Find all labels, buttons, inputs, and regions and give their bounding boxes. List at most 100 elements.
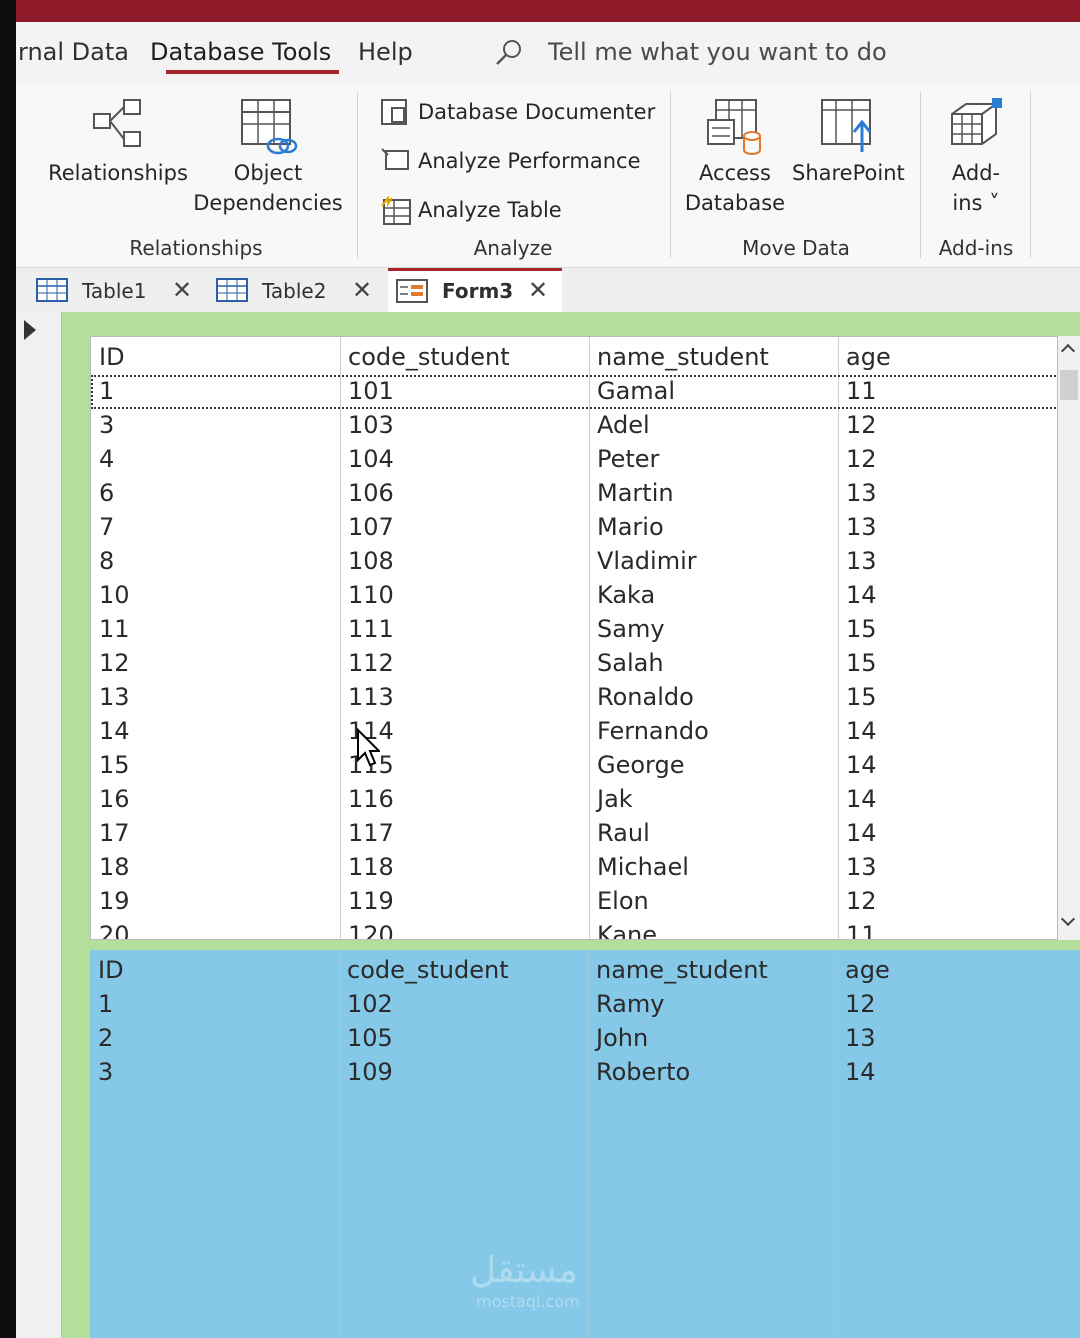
table-cell[interactable]: Adel: [597, 411, 650, 439]
vertical-scrollbar[interactable]: [1058, 336, 1080, 940]
table-cell[interactable]: 103: [348, 411, 394, 439]
table-cell[interactable]: 15: [99, 751, 130, 779]
table-cell[interactable]: 15: [846, 649, 877, 677]
table-row[interactable]: 1 101 Gamal 11: [91, 375, 1057, 409]
table-cell[interactable]: Elon: [597, 887, 649, 915]
table-cell[interactable]: 119: [348, 887, 394, 915]
table-cell[interactable]: 4: [99, 445, 114, 473]
table-row[interactable]: 17 117 Raul 14: [91, 817, 1057, 851]
table-row[interactable]: 4 104 Peter 12: [91, 443, 1057, 477]
scroll-up-icon[interactable]: [1060, 343, 1076, 359]
table-cell[interactable]: Fernando: [597, 717, 709, 745]
table-row[interactable]: 16 116 Jak 14: [91, 783, 1057, 817]
expand-arrow-icon[interactable]: [24, 320, 36, 340]
column-header[interactable]: code_student: [347, 956, 509, 984]
table-row[interactable]: 10 110 Kaka 14: [91, 579, 1057, 613]
table-cell[interactable]: 11: [846, 921, 877, 939]
table-cell[interactable]: Kane: [597, 921, 657, 939]
table-row[interactable]: 12 112 Salah 15: [91, 647, 1057, 681]
table-cell[interactable]: 117: [348, 819, 394, 847]
table-cell[interactable]: 16: [99, 785, 130, 813]
table-cell[interactable]: 13: [846, 547, 877, 575]
table-cell[interactable]: 12: [846, 445, 877, 473]
table-cell[interactable]: 118: [348, 853, 394, 881]
table-cell[interactable]: 13: [846, 479, 877, 507]
analyze-table-button[interactable]: Analyze Table: [381, 196, 562, 225]
table-cell[interactable]: Mario: [597, 513, 664, 541]
table-cell[interactable]: 105: [347, 1024, 393, 1052]
scroll-down-icon[interactable]: [1060, 911, 1076, 927]
menu-database-tools[interactable]: Database Tools: [150, 38, 331, 66]
table-cell[interactable]: George: [597, 751, 685, 779]
table-row[interactable]: 15115George14: [91, 749, 1057, 783]
table-cell[interactable]: 17: [99, 819, 130, 847]
table-cell[interactable]: Kaka: [597, 581, 655, 609]
datasheet-main[interactable]: ID code_student name_student age 1 101 Gamal 11…: [90, 336, 1058, 940]
column-header[interactable]: code_student: [348, 343, 510, 371]
table-cell[interactable]: 14: [846, 751, 877, 779]
table-cell[interactable]: 13: [846, 513, 877, 541]
table-row[interactable]: 6 106 Martin 13: [91, 477, 1057, 511]
table-cell[interactable]: 112: [348, 649, 394, 677]
column-header[interactable]: name_student: [597, 343, 769, 371]
table-row[interactable]: 1 102 Ramy 12: [90, 988, 1058, 1022]
table-cell[interactable]: John: [596, 1024, 648, 1052]
table-cell[interactable]: 1: [99, 377, 114, 405]
table-cell[interactable]: 12: [846, 411, 877, 439]
table-cell[interactable]: 101: [348, 377, 394, 405]
table-row[interactable]: 7 107 Mario 13: [91, 511, 1057, 545]
column-header[interactable]: age: [845, 956, 890, 984]
table-cell[interactable]: 19: [99, 887, 130, 915]
table-cell[interactable]: 102: [347, 990, 393, 1018]
tab-table1[interactable]: Table1 ✕: [28, 268, 208, 312]
table-cell[interactable]: 13: [845, 1024, 876, 1052]
table-cell[interactable]: 109: [347, 1058, 393, 1086]
table-row[interactable]: 11 111 Samy 15: [91, 613, 1057, 647]
table-cell[interactable]: 14: [846, 581, 877, 609]
table-row[interactable]: 8 108 Vladimir 13: [91, 545, 1057, 579]
table-cell[interactable]: Roberto: [596, 1058, 690, 1086]
table-cell[interactable]: 14: [846, 785, 877, 813]
table-cell[interactable]: 14: [845, 1058, 876, 1086]
column-header[interactable]: age: [846, 343, 891, 371]
table-cell[interactable]: 108: [348, 547, 394, 575]
table-row[interactable]: 14 114 Fernando 14: [91, 715, 1057, 749]
table-cell[interactable]: 12: [845, 990, 876, 1018]
table-cell[interactable]: Ronaldo: [597, 683, 694, 711]
search-icon[interactable]: [494, 38, 524, 68]
table-cell[interactable]: 110: [348, 581, 394, 609]
tell-me-search[interactable]: Tell me what you want to do: [548, 38, 887, 66]
table-cell[interactable]: 11: [99, 615, 130, 643]
table-cell[interactable]: Michael: [597, 853, 689, 881]
table-cell[interactable]: 120: [348, 921, 394, 939]
table-cell[interactable]: 12: [846, 887, 877, 915]
table-cell[interactable]: 11: [846, 377, 877, 405]
table-cell[interactable]: 14: [846, 819, 877, 847]
table-cell[interactable]: 13: [846, 853, 877, 881]
table-cell[interactable]: 14: [846, 717, 877, 745]
table-cell[interactable]: 107: [348, 513, 394, 541]
table-row[interactable]: 2 105 John 13: [90, 1022, 1058, 1056]
table-cell[interactable]: 10: [99, 581, 130, 609]
table-row[interactable]: 19 119 Elon 12: [91, 885, 1057, 919]
table-row[interactable]: 18 118 Michael 13: [91, 851, 1057, 885]
navigation-pane[interactable]: [16, 312, 62, 1338]
table-row[interactable]: 3 109 Roberto 14: [90, 1056, 1058, 1090]
datasheet-subform[interactable]: ID code_student name_student age 1 102 Ramy 12 2…: [90, 950, 1080, 1338]
table-cell[interactable]: 7: [99, 513, 114, 541]
table-cell[interactable]: Gamal: [597, 377, 675, 405]
table-cell[interactable]: 14: [99, 717, 130, 745]
database-documenter-button[interactable]: Database Documenter: [381, 99, 655, 125]
table-cell[interactable]: 1: [98, 990, 113, 1018]
analyze-performance-button[interactable]: Analyze Performance: [381, 148, 641, 173]
menu-help[interactable]: Help: [358, 38, 413, 66]
tab-form3[interactable]: Form3 ✕: [388, 268, 562, 312]
table-cell[interactable]: Ramy: [596, 990, 664, 1018]
table-cell[interactable]: 3: [98, 1058, 113, 1086]
table-row[interactable]: 20 120 Kane 11: [91, 919, 1057, 939]
table-cell[interactable]: 111: [348, 615, 394, 643]
table-cell[interactable]: Samy: [597, 615, 665, 643]
table-cell[interactable]: 20: [99, 921, 130, 939]
table-cell[interactable]: 104: [348, 445, 394, 473]
table-cell[interactable]: Jak: [597, 785, 633, 813]
